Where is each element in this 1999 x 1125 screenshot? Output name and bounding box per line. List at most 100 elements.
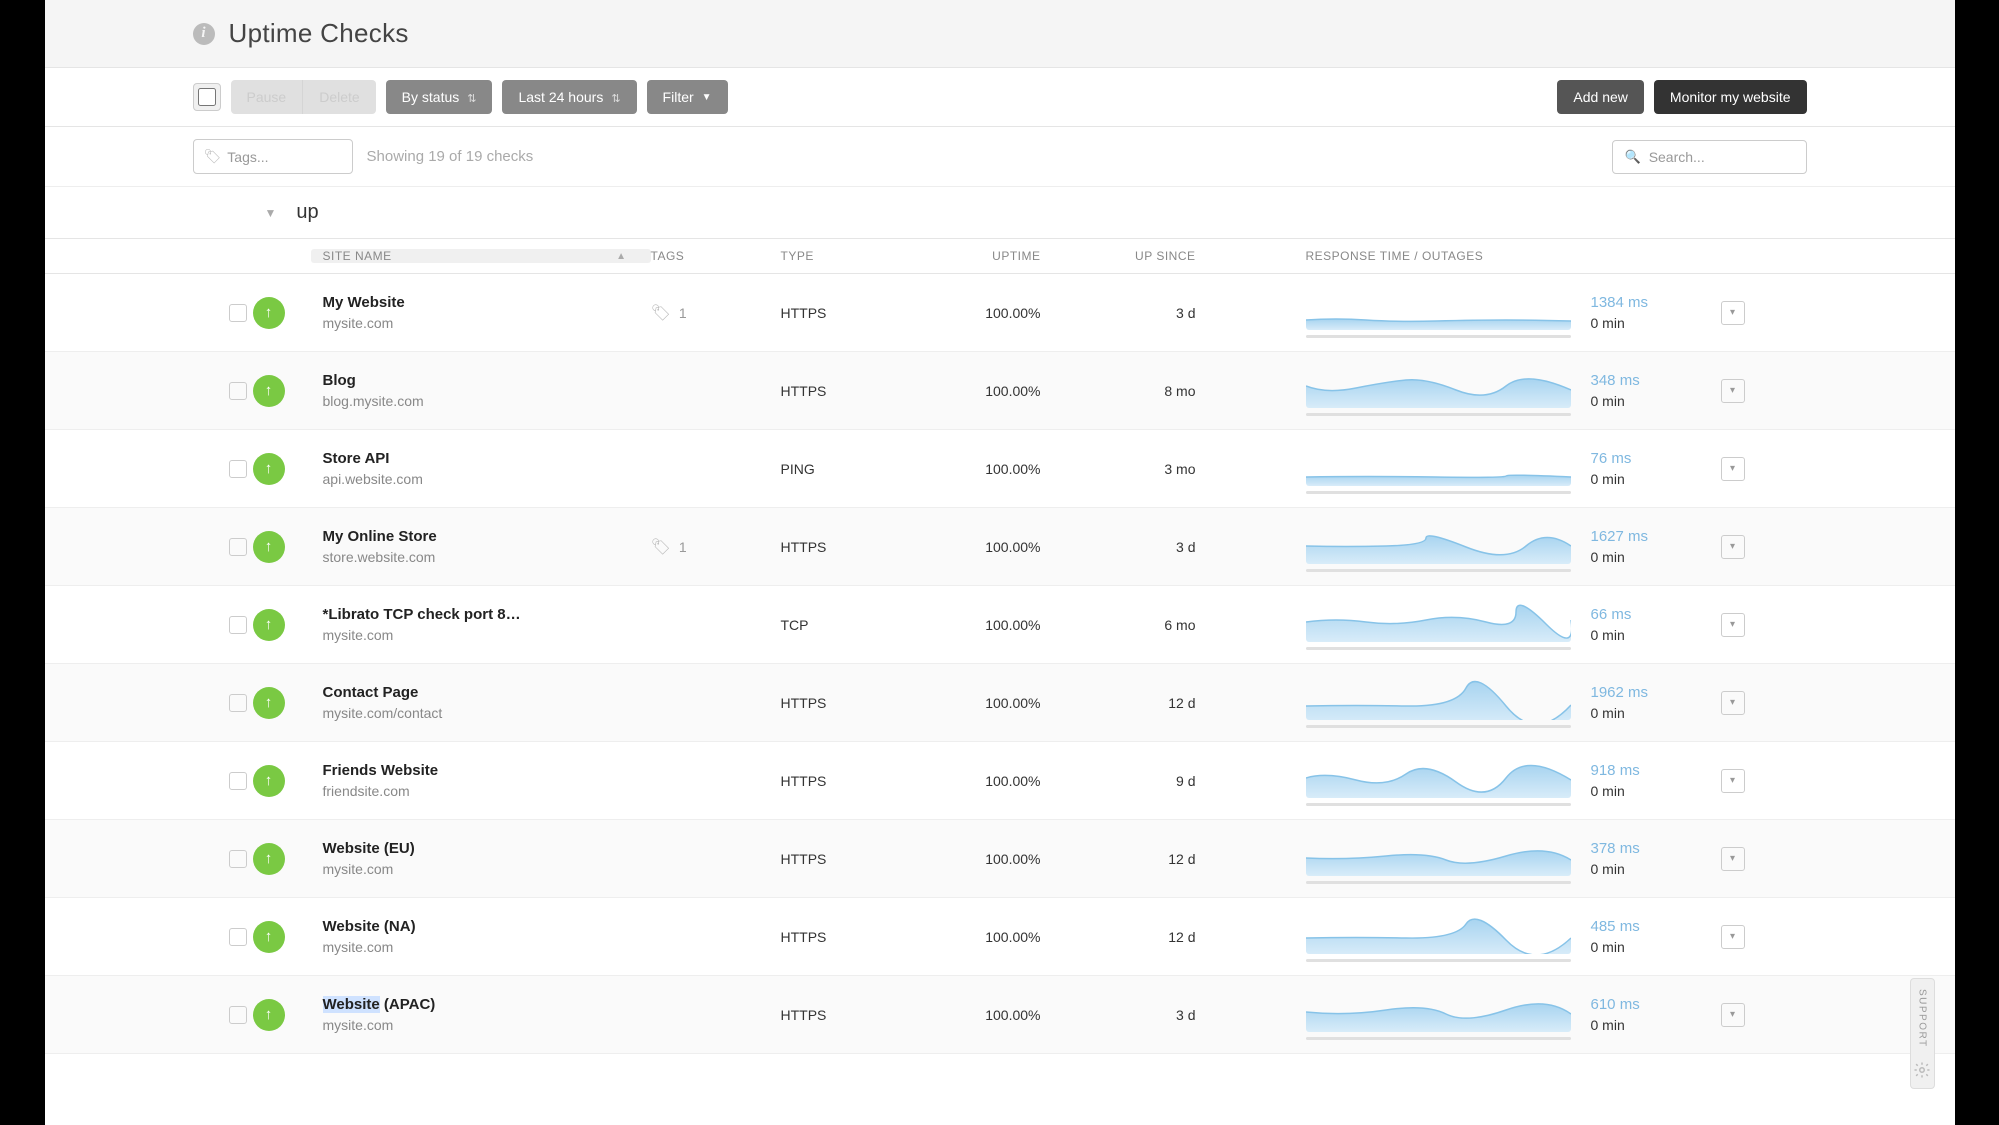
- outage-bar: [1306, 1037, 1571, 1040]
- delete-button[interactable]: Delete: [302, 80, 375, 114]
- outage-bar: [1306, 335, 1571, 338]
- table-row[interactable]: *Librato TCP check port 8… mysite.com TC…: [45, 586, 1955, 664]
- sparkline: [1306, 912, 1571, 954]
- col-upsince[interactable]: UP SINCE: [1061, 249, 1226, 263]
- table-row[interactable]: Blog blog.mysite.com HTTPS 100.00% 8 mo …: [45, 352, 1955, 430]
- site-url: mysite.com: [323, 861, 651, 877]
- sparkline: [1306, 990, 1571, 1032]
- response-time: 918 ms: [1591, 762, 1721, 779]
- site-url: mysite.com/contact: [323, 705, 651, 721]
- filter-row: 🏷 Tags... Showing 19 of 19 checks 🔍 Sear…: [45, 127, 1955, 187]
- col-uptime[interactable]: UPTIME: [921, 249, 1061, 263]
- monitor-website-button[interactable]: Monitor my website: [1654, 80, 1807, 114]
- uptime-value: 100.00%: [921, 305, 1061, 321]
- table-row[interactable]: Store API api.website.com PING 100.00% 3…: [45, 430, 1955, 508]
- pause-button[interactable]: Pause: [231, 80, 303, 114]
- status-up-icon: [253, 531, 285, 563]
- tags-placeholder: Tags...: [227, 149, 268, 165]
- search-input[interactable]: 🔍 Search...: [1612, 140, 1807, 174]
- table-row[interactable]: Website (APAC) mysite.com HTTPS 100.00% …: [45, 976, 1955, 1054]
- check-type: TCP: [781, 617, 921, 633]
- select-all-checkbox[interactable]: [193, 83, 221, 111]
- status-up-icon: [253, 453, 285, 485]
- response-time: 1384 ms: [1591, 294, 1721, 311]
- showing-count: Showing 19 of 19 checks: [367, 148, 534, 165]
- status-up-icon: [253, 609, 285, 641]
- table-row[interactable]: Contact Page mysite.com/contact HTTPS 10…: [45, 664, 1955, 742]
- tag-icon: 🏷: [651, 303, 671, 323]
- sparkline: [1306, 444, 1571, 486]
- range-dropdown[interactable]: Last 24 hours: [502, 80, 636, 114]
- response-time: 485 ms: [1591, 918, 1721, 935]
- sparkline: [1306, 288, 1571, 330]
- col-response[interactable]: RESPONSE TIME / OUTAGES: [1226, 249, 1591, 263]
- tag-count: 🏷 1: [651, 303, 687, 323]
- site-name: Store API: [323, 450, 651, 467]
- outage-bar: [1306, 881, 1571, 884]
- row-menu-button[interactable]: ▾: [1721, 925, 1745, 949]
- table-row[interactable]: Website (NA) mysite.com HTTPS 100.00% 12…: [45, 898, 1955, 976]
- search-icon: 🔍: [1625, 149, 1641, 165]
- gear-icon: [1912, 1060, 1932, 1080]
- site-url: mysite.com: [323, 315, 651, 331]
- outage-time: 0 min: [1591, 627, 1721, 643]
- uptime-value: 100.00%: [921, 695, 1061, 711]
- tag-icon: 🏷: [651, 537, 671, 557]
- outage-bar: [1306, 803, 1571, 806]
- row-menu-button[interactable]: ▾: [1721, 379, 1745, 403]
- range-label: Last 24 hours: [518, 89, 603, 105]
- outage-time: 0 min: [1591, 705, 1721, 721]
- upsince-value: 6 mo: [1061, 617, 1226, 633]
- outage-bar: [1306, 647, 1571, 650]
- table-row[interactable]: Website (EU) mysite.com HTTPS 100.00% 12…: [45, 820, 1955, 898]
- response-time: 66 ms: [1591, 606, 1721, 623]
- row-menu-button[interactable]: ▾: [1721, 301, 1745, 325]
- upsince-value: 9 d: [1061, 773, 1226, 789]
- table-row[interactable]: My Website mysite.com 🏷 1 HTTPS 100.00% …: [45, 274, 1955, 352]
- table-header: SITE NAME ▲ TAGS TYPE UPTIME UP SINCE RE…: [45, 239, 1955, 274]
- group-header[interactable]: ▼ up: [45, 187, 1955, 239]
- search-placeholder: Search...: [1649, 149, 1705, 165]
- row-menu-button[interactable]: ▾: [1721, 457, 1745, 481]
- table-row[interactable]: My Online Store store.website.com 🏷 1 HT…: [45, 508, 1955, 586]
- check-type: HTTPS: [781, 851, 921, 867]
- row-menu-button[interactable]: ▾: [1721, 847, 1745, 871]
- toolbar: Pause Delete By status Last 24 hours Fil…: [45, 68, 1955, 127]
- sort-label: By status: [402, 89, 460, 105]
- group-title: up: [296, 201, 318, 224]
- outage-time: 0 min: [1591, 861, 1721, 877]
- add-new-button[interactable]: Add new: [1557, 80, 1643, 114]
- col-sitename[interactable]: SITE NAME ▲: [311, 249, 651, 263]
- row-menu-button[interactable]: ▾: [1721, 613, 1745, 637]
- outage-time: 0 min: [1591, 783, 1721, 799]
- check-type: HTTPS: [781, 773, 921, 789]
- updown-icon: [611, 89, 620, 105]
- tags-input[interactable]: 🏷 Tags...: [193, 139, 353, 174]
- row-menu-button[interactable]: ▾: [1721, 1003, 1745, 1027]
- site-name: My Online Store: [323, 528, 651, 545]
- support-tab[interactable]: SUPPORT: [1910, 978, 1935, 1089]
- site-url: api.website.com: [323, 471, 651, 487]
- uptime-value: 100.00%: [921, 539, 1061, 555]
- uptime-value: 100.00%: [921, 383, 1061, 399]
- outage-bar: [1306, 413, 1571, 416]
- row-menu-button[interactable]: ▾: [1721, 535, 1745, 559]
- response-time: 378 ms: [1591, 840, 1721, 857]
- row-menu-button[interactable]: ▾: [1721, 691, 1745, 715]
- page-title: Uptime Checks: [229, 18, 409, 49]
- filter-dropdown[interactable]: Filter ▼: [647, 80, 728, 114]
- col-tags[interactable]: TAGS: [651, 249, 781, 263]
- row-menu-button[interactable]: ▾: [1721, 769, 1745, 793]
- site-name: Website (EU): [323, 840, 651, 857]
- tag-icon: 🏷: [204, 148, 222, 165]
- sparkline: [1306, 522, 1571, 564]
- col-type[interactable]: TYPE: [781, 249, 921, 263]
- sparkline: [1306, 756, 1571, 798]
- sort-dropdown[interactable]: By status: [386, 80, 493, 114]
- site-name: Blog: [323, 372, 651, 389]
- site-url: store.website.com: [323, 549, 651, 565]
- support-label: SUPPORT: [1917, 989, 1928, 1048]
- site-url: mysite.com: [323, 939, 651, 955]
- site-url: mysite.com: [323, 627, 651, 643]
- table-row[interactable]: Friends Website friendsite.com HTTPS 100…: [45, 742, 1955, 820]
